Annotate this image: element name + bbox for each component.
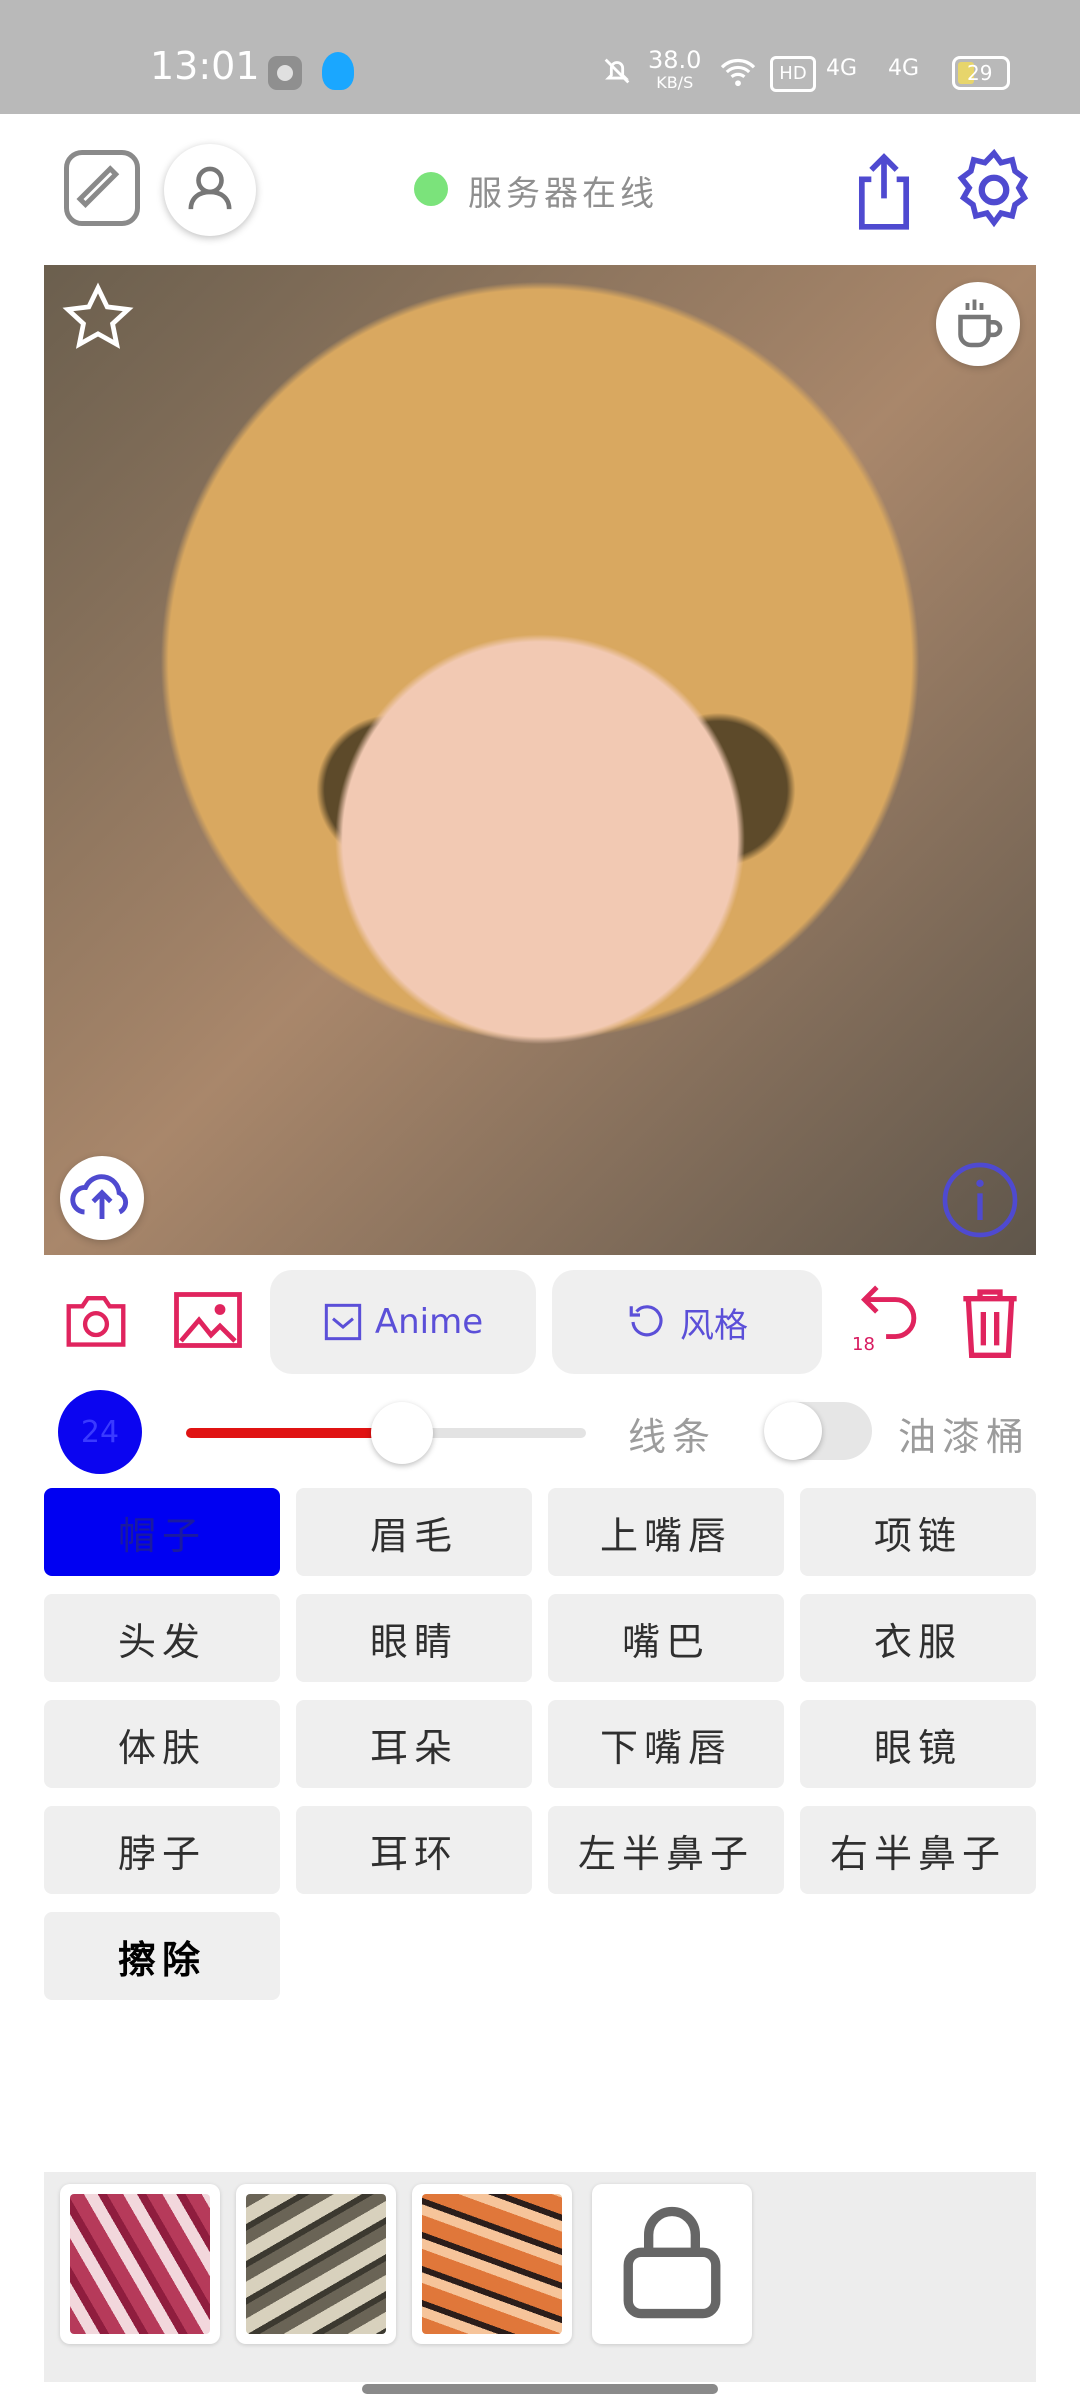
undo-button[interactable]: 18 xyxy=(846,1284,920,1360)
wifi-icon xyxy=(720,58,756,87)
profile-button[interactable] xyxy=(164,144,256,236)
paint-bucket-label: 油漆桶 xyxy=(898,1415,1031,1459)
category-erase[interactable]: 擦除 xyxy=(44,1912,280,2000)
image-icon[interactable] xyxy=(172,1290,244,1350)
category-mouth[interactable]: 嘴巴 xyxy=(548,1594,784,1682)
hd-icon: HD xyxy=(770,56,816,92)
category-lower-lip[interactable]: 下嘴唇 xyxy=(548,1700,784,1788)
signal-2: 4G xyxy=(888,56,920,81)
share-icon[interactable] xyxy=(846,150,922,234)
home-indicator[interactable] xyxy=(362,2384,718,2394)
trash-icon[interactable] xyxy=(950,1282,1030,1362)
style-button[interactable]: 风格 xyxy=(552,1270,822,1374)
anime-mode-label: Anime xyxy=(374,1302,484,1342)
toggle-knob xyxy=(764,1402,822,1460)
category-eyes[interactable]: 眼睛 xyxy=(296,1594,532,1682)
style-lock-card[interactable] xyxy=(592,2184,752,2344)
net-speed-unit: KB/S xyxy=(656,73,694,92)
mute-bell-icon xyxy=(604,58,630,84)
net-speed: 38.0 KB/S xyxy=(648,46,702,93)
info-icon[interactable] xyxy=(940,1160,1020,1240)
style-thumbnail-2[interactable] xyxy=(236,2184,396,2344)
rotate-icon xyxy=(629,1305,663,1337)
qq-icon xyxy=(322,52,354,90)
battery-level: 29 xyxy=(967,61,993,85)
category-right-nose[interactable]: 右半鼻子 xyxy=(800,1806,1036,1894)
net-speed-value: 38.0 xyxy=(648,46,702,74)
style-label: 风格 xyxy=(680,1305,748,1346)
camera-icon[interactable] xyxy=(62,1290,130,1350)
lock-icon xyxy=(623,2206,721,2319)
category-upper-lip[interactable]: 上嘴唇 xyxy=(548,1488,784,1576)
brush-size-indicator: 24 xyxy=(58,1390,142,1474)
category-neck[interactable]: 脖子 xyxy=(44,1806,280,1894)
undo-count: 18 xyxy=(852,1334,875,1355)
style-thumbnail-1[interactable] xyxy=(60,2184,220,2344)
style-thumbnail-3[interactable] xyxy=(412,2184,572,2344)
category-clothes[interactable]: 衣服 xyxy=(800,1594,1036,1682)
user-icon xyxy=(188,166,232,210)
slider-thumb[interactable] xyxy=(371,1402,433,1464)
lines-label: 线条 xyxy=(628,1415,717,1459)
server-status-text: 服务器在线 xyxy=(468,174,658,214)
category-ears[interactable]: 耳朵 xyxy=(296,1700,532,1788)
star-icon[interactable] xyxy=(60,280,136,356)
category-hat[interactable]: 帽子 xyxy=(44,1488,280,1576)
anime-mode-button[interactable]: Anime xyxy=(270,1270,536,1374)
brush-size-slider[interactable] xyxy=(186,1402,586,1464)
coffee-icon xyxy=(958,299,1003,348)
category-skin[interactable]: 体肤 xyxy=(44,1700,280,1788)
edit-button[interactable] xyxy=(64,150,140,226)
coffee-button[interactable] xyxy=(936,282,1020,366)
edit-icon xyxy=(76,165,120,209)
upload-button[interactable] xyxy=(60,1156,144,1240)
server-status-dot xyxy=(414,172,448,206)
category-hair[interactable]: 头发 xyxy=(44,1594,280,1682)
checkbox-icon xyxy=(324,1303,362,1341)
paint-bucket-toggle[interactable] xyxy=(764,1402,872,1460)
settings-icon[interactable] xyxy=(952,148,1036,232)
system-settings-icon xyxy=(268,56,302,90)
status-time: 13:01 xyxy=(150,44,260,88)
image-canvas[interactable] xyxy=(44,265,1036,1255)
category-left-nose[interactable]: 左半鼻子 xyxy=(548,1806,784,1894)
slider-fill xyxy=(186,1428,402,1438)
category-earrings[interactable]: 耳环 xyxy=(296,1806,532,1894)
signal-1: 4G xyxy=(826,56,858,81)
category-necklace[interactable]: 项链 xyxy=(800,1488,1036,1576)
style-strip xyxy=(44,2172,1036,2382)
upload-cloud-icon xyxy=(70,1174,129,1219)
battery-icon: 29 xyxy=(952,56,1010,90)
category-eyebrows[interactable]: 眉毛 xyxy=(296,1488,532,1576)
category-glasses[interactable]: 眼镜 xyxy=(800,1700,1036,1788)
